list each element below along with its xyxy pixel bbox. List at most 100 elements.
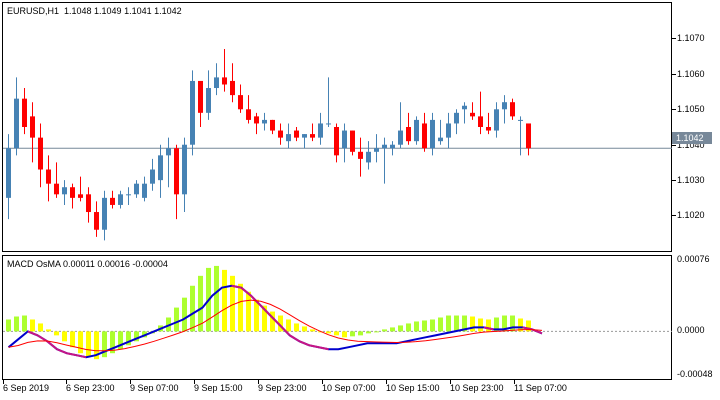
bear-candle	[406, 127, 411, 142]
macd-falling-segment	[318, 346, 329, 351]
bull-candle	[190, 80, 195, 145]
osma-bar	[238, 283, 243, 332]
osma-bar	[222, 269, 227, 332]
osma-bar	[374, 331, 379, 333]
osma-bar	[438, 317, 443, 332]
osma-bar	[78, 331, 83, 354]
price-label: 1.1070	[677, 33, 705, 43]
osma-bar	[350, 331, 355, 337]
osma-bar	[478, 318, 483, 332]
bull-candle	[382, 144, 387, 149]
bear-candle	[54, 183, 59, 195]
bear-candle	[510, 102, 515, 117]
osma-bar	[286, 319, 291, 332]
bear-candle	[70, 187, 75, 198]
osma-bar	[6, 319, 11, 332]
bull-candle	[414, 119, 419, 142]
macd-falling-segment	[27, 330, 38, 337]
bull-candle	[134, 183, 139, 195]
time-label: 6 Sep 2019	[3, 383, 50, 393]
osma-bar	[334, 331, 339, 336]
price-tick	[672, 180, 676, 181]
bull-candle	[142, 183, 147, 198]
bear-candle	[238, 95, 243, 110]
osma-bar	[310, 329, 315, 332]
time-tick	[450, 380, 451, 384]
bull-candle	[462, 105, 467, 110]
price-tick	[672, 215, 676, 216]
bear-candle	[278, 130, 283, 138]
time-tick	[3, 380, 4, 384]
osma-bar	[54, 331, 59, 336]
osma-bar	[358, 331, 363, 336]
chart-canvas	[3, 49, 672, 360]
macd-falling-segment	[308, 344, 320, 349]
current-price-tag: 1.1042	[672, 132, 712, 144]
time-label: 9 Sep 07:00	[130, 383, 179, 393]
price-tick	[672, 145, 676, 146]
bull-candle	[494, 109, 499, 131]
bear-candle	[174, 148, 179, 195]
bear-candle	[470, 112, 475, 117]
osma-bar	[510, 315, 515, 332]
time-tick	[194, 380, 195, 384]
time-label: 10 Sep 23:00	[450, 383, 504, 393]
bull-candle	[302, 134, 307, 138]
bull-candle	[166, 148, 171, 156]
price-tick	[672, 38, 676, 39]
bear-candle	[22, 98, 27, 127]
osma-bar	[294, 323, 299, 332]
bear-candle	[222, 77, 227, 85]
osma-bar	[390, 327, 395, 332]
bear-candle	[86, 194, 91, 213]
indicator-label: 0.00076	[677, 254, 710, 264]
price-label: 1.1050	[677, 104, 705, 114]
osma-bar	[14, 316, 19, 332]
osma-bar	[214, 265, 219, 332]
bull-candle	[126, 194, 131, 196]
bear-candle	[46, 169, 51, 184]
time-label: 10 Sep 07:00	[322, 383, 376, 393]
osma-bar	[382, 329, 387, 332]
macd-falling-segment	[289, 334, 301, 343]
bear-candle	[486, 127, 491, 131]
bear-candle	[78, 194, 83, 198]
osma-bar	[86, 331, 91, 358]
osma-bar	[454, 315, 459, 332]
bull-candle	[446, 123, 451, 138]
osma-bar	[326, 331, 331, 334]
osma-bar	[398, 325, 403, 332]
time-tick	[386, 380, 387, 384]
bear-candle	[110, 197, 115, 205]
bull-candle	[518, 119, 523, 121]
bull-candle	[366, 151, 371, 163]
bull-candle	[398, 130, 403, 145]
bear-candle	[310, 134, 315, 138]
time-tick	[514, 380, 515, 384]
bear-candle	[478, 116, 483, 127]
bull-candle	[62, 187, 67, 195]
macd-falling-segment	[56, 348, 68, 355]
bull-candle	[262, 119, 267, 124]
time-tick	[258, 380, 259, 384]
bull-candle	[438, 137, 443, 142]
bull-candle	[182, 144, 187, 195]
bear-candle	[246, 109, 251, 120]
time-tick	[66, 380, 67, 384]
osma-bar	[46, 329, 51, 332]
time-label: 6 Sep 23:00	[66, 383, 115, 393]
bull-candle	[102, 197, 107, 230]
bear-candle	[198, 80, 203, 113]
bear-candle	[270, 119, 275, 131]
bull-candle	[118, 194, 123, 205]
bear-candle	[422, 123, 427, 149]
bear-candle	[334, 127, 339, 156]
bull-candle	[158, 155, 163, 181]
bull-candle	[430, 119, 435, 149]
bull-candle	[454, 112, 459, 124]
osma-bar	[230, 275, 235, 332]
price-tick	[672, 74, 676, 75]
osma-bar	[174, 307, 179, 332]
osma-bar	[182, 297, 187, 332]
osma-bar	[302, 326, 307, 332]
